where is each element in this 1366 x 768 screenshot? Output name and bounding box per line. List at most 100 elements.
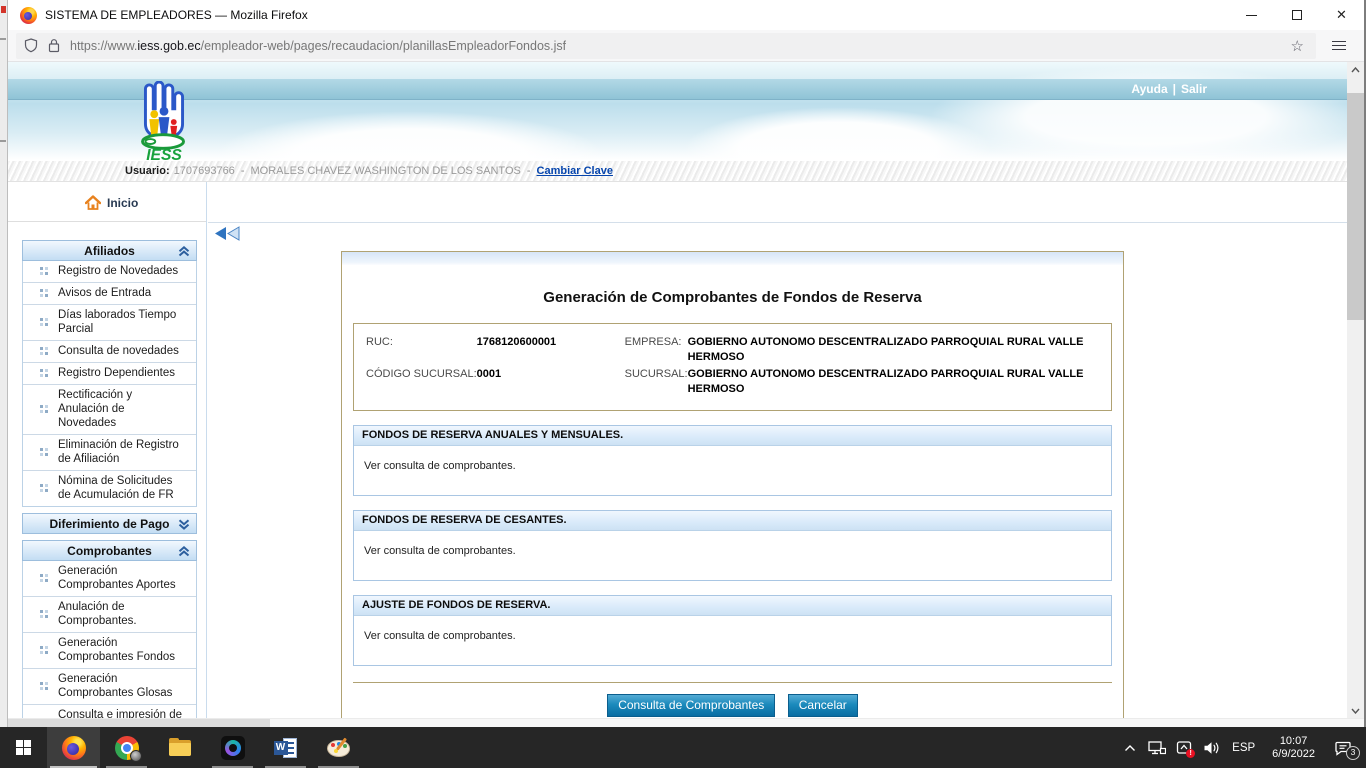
section-ajuste-fondos: AJUSTE DE FONDOS DE RESERVA. Ver consult… (353, 595, 1112, 666)
sidebar-item-generacion-aportes[interactable]: Generación Comprobantes Aportes (23, 561, 196, 597)
section-header: FONDOS DE RESERVA ANUALES Y MENSUALES. (354, 426, 1111, 446)
taskbar-word-button[interactable]: W (259, 727, 312, 768)
sidebar-item-anulacion-comprobantes[interactable]: Anulación de Comprobantes. (23, 597, 196, 633)
menu-item-label: Nómina de Solicitudes de Acumulación de … (58, 474, 184, 502)
grid-bullet-icon (40, 289, 48, 297)
horizontal-scrollbar[interactable] (8, 718, 1364, 727)
consulta-comprobantes-button[interactable]: Consulta de Comprobantes (607, 694, 775, 717)
lock-icon[interactable] (48, 38, 60, 53)
start-button[interactable] (0, 727, 47, 768)
sidebar-item-rectificacion[interactable]: Rectificación y Anulación de Novedades (23, 385, 196, 435)
menu-item-label: Registro de Novedades (58, 264, 184, 278)
sidebar-item-inicio[interactable]: Inicio (85, 195, 206, 210)
accordion-header-afiliados[interactable]: Afiliados (22, 240, 197, 261)
dash: - (241, 165, 245, 177)
url-text[interactable]: https://www.iess.gob.ec/empleador-web/pa… (70, 39, 566, 53)
sidebar-item-registro-novedades[interactable]: Registro de Novedades (23, 261, 196, 283)
url-domain: iess.gob.ec (137, 39, 200, 53)
maximize-button[interactable] (1274, 0, 1319, 30)
section-body-link[interactable]: Ver consulta de comprobantes. (354, 616, 1111, 665)
grid-bullet-icon (40, 610, 48, 618)
empresa-label: EMPRESA: (625, 334, 688, 366)
clock-time: 10:07 (1272, 735, 1315, 748)
button-row: Consulta de Comprobantes Cancelar (353, 682, 1112, 717)
chevron-double-down-icon (178, 519, 190, 530)
cancelar-button[interactable]: Cancelar (788, 694, 858, 717)
sidebar-item-eliminacion-registro[interactable]: Eliminación de Registro de Afiliación (23, 435, 196, 471)
url-bar[interactable]: https://www.iess.gob.ec/empleador-web/pa… (16, 33, 1316, 59)
vertical-scroll-thumb[interactable] (1347, 93, 1364, 320)
alert-badge: ! (1186, 749, 1195, 758)
top-links-separator: | (1173, 82, 1176, 96)
menu-item-label: Generación Comprobantes Fondos (58, 636, 184, 664)
chrome-profile-badge (130, 750, 142, 762)
background-mark (0, 140, 6, 142)
section-body-link[interactable]: Ver consulta de comprobantes. (354, 446, 1111, 495)
accordion-header-diferimiento[interactable]: Diferimiento de Pago (22, 513, 197, 534)
security-alert-icon[interactable]: ! (1174, 736, 1194, 760)
firefox-icon (62, 736, 86, 760)
speaker-icon[interactable] (1201, 736, 1221, 760)
chevron-double-up-icon (178, 246, 190, 257)
notification-count-badge: 3 (1346, 746, 1360, 760)
sidebar-item-consulta-impresion[interactable]: Consulta e impresión de Comprobantes (23, 705, 196, 718)
salir-link[interactable]: Salir (1181, 82, 1207, 96)
ruc-label: RUC: (366, 334, 477, 366)
section-fondos-anuales: FONDOS DE RESERVA ANUALES Y MENSUALES. V… (353, 425, 1112, 496)
network-icon[interactable] (1147, 736, 1167, 760)
tray-chevron-up-icon[interactable] (1120, 736, 1140, 760)
url-prefix: https://www. (70, 39, 137, 53)
iess-logo-text: IESS (146, 147, 182, 163)
notification-center-button[interactable]: 3 (1328, 736, 1358, 760)
sidebar-item-consulta-novedades[interactable]: Consulta de novedades (23, 341, 196, 363)
ruc-value: 1768120600001 (477, 334, 625, 366)
grid-bullet-icon (40, 318, 48, 326)
cambiar-clave-link[interactable]: Cambiar Clave (537, 165, 613, 177)
close-button[interactable]: ✕ (1319, 0, 1364, 30)
menu-item-label: Avisos de Entrada (58, 286, 184, 300)
screen: SISTEMA DE EMPLEADORES — Mozilla Firefox… (0, 0, 1366, 768)
clock-date: 6/9/2022 (1272, 748, 1315, 761)
grid-bullet-icon (40, 369, 48, 377)
taskbar-webex-button[interactable] (206, 727, 259, 768)
scroll-up-arrow[interactable] (1347, 62, 1364, 77)
bookmark-star-icon[interactable]: ☆ (1287, 37, 1308, 55)
sidebar: Inicio Afiliados (8, 182, 207, 718)
sidebar-item-nomina-solicitudes[interactable]: Nómina de Solicitudes de Acumulación de … (23, 471, 196, 506)
accordion-afiliados: Afiliados Registro de Novedades Avisos d… (22, 240, 197, 507)
taskbar-firefox-button[interactable] (47, 727, 100, 768)
taskbar-paint-button[interactable] (312, 727, 365, 768)
minimize-button[interactable] (1229, 0, 1274, 30)
word-icon: W (274, 736, 298, 760)
taskbar-chrome-button[interactable] (100, 727, 153, 768)
sidebar-item-avisos-entrada[interactable]: Avisos de Entrada (23, 283, 196, 305)
webex-icon (221, 736, 245, 760)
ayuda-link[interactable]: Ayuda (1131, 82, 1167, 96)
menu-hamburger-icon[interactable] (1324, 41, 1354, 50)
background-red-mark (1, 6, 6, 13)
collapse-sidebar-icon[interactable] (214, 226, 242, 241)
grid-bullet-icon (40, 405, 48, 413)
user-bar: Usuario: 1707693766 - MORALES CHAVEZ WAS… (8, 161, 1347, 182)
sidebar-item-generacion-glosas[interactable]: Generación Comprobantes Glosas (23, 669, 196, 705)
page-header-sky: Ayuda | Salir (8, 62, 1347, 161)
menu-item-label: Registro Dependientes (58, 366, 184, 380)
taskbar-explorer-button[interactable] (153, 727, 206, 768)
chevron-double-up-icon (178, 546, 190, 557)
clock[interactable]: 10:07 6/9/2022 (1266, 735, 1321, 761)
section-header: AJUSTE DE FONDOS DE RESERVA. (354, 596, 1111, 616)
sidebar-item-generacion-fondos[interactable]: Generación Comprobantes Fondos (23, 633, 196, 669)
grid-bullet-icon (40, 347, 48, 355)
horizontal-scroll-thumb[interactable] (8, 719, 270, 727)
firefox-icon (20, 7, 37, 24)
section-body-link[interactable]: Ver consulta de comprobantes. (354, 531, 1111, 580)
vertical-scrollbar[interactable] (1347, 62, 1364, 718)
language-indicator[interactable]: ESP (1228, 742, 1259, 754)
sidebar-item-dias-laborados[interactable]: Días laborados Tiempo Parcial (23, 305, 196, 341)
sidebar-item-registro-dependientes[interactable]: Registro Dependientes (23, 363, 196, 385)
accordion-header-comprobantes[interactable]: Comprobantes (22, 540, 197, 561)
menu-item-label: Días laborados Tiempo Parcial (58, 308, 184, 336)
scroll-down-arrow[interactable] (1347, 703, 1364, 718)
shield-icon[interactable] (24, 38, 38, 53)
dash: - (527, 165, 531, 177)
